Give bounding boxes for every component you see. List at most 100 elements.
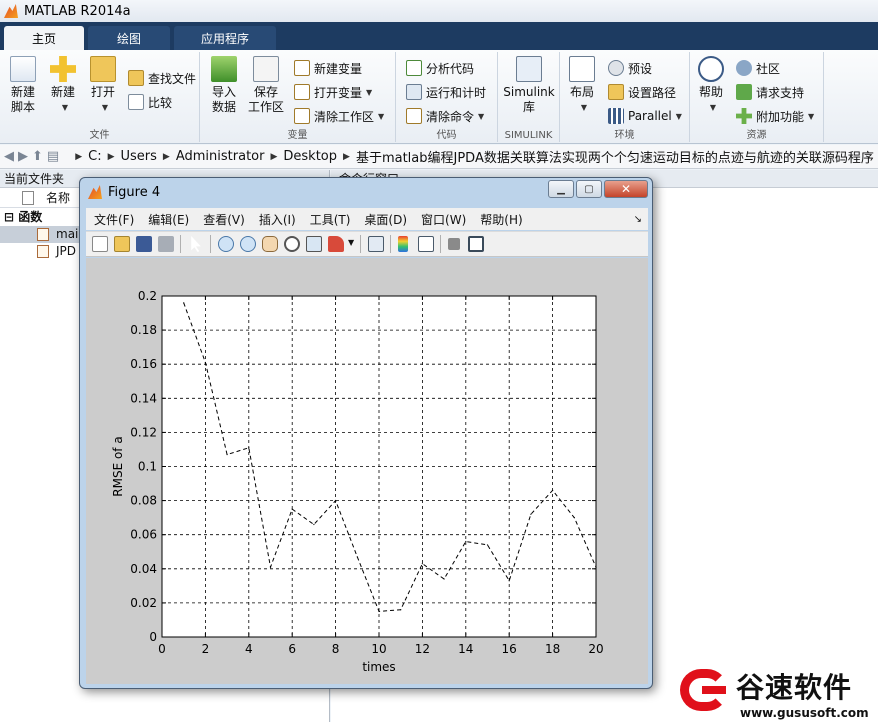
new-figure-icon[interactable] — [92, 236, 108, 252]
compare-button[interactable]: 比较 — [128, 92, 172, 112]
save-icon[interactable] — [136, 236, 152, 252]
new-button[interactable]: 新建 ▼ — [46, 56, 80, 115]
simulink-library-button[interactable]: Simulink 库 — [503, 56, 555, 115]
new-script-icon — [10, 56, 36, 82]
data-point — [421, 563, 423, 565]
help-button[interactable]: 帮助 ▼ — [696, 56, 726, 115]
colorbar-icon[interactable] — [398, 236, 408, 252]
menu-file[interactable]: 文件(F) — [94, 211, 134, 228]
chevron-down-icon: ▼ — [808, 111, 815, 121]
find-files-label: 查找文件 — [148, 71, 197, 86]
community-button[interactable]: 社区 — [736, 58, 780, 78]
new-variable-icon — [294, 60, 310, 76]
data-point — [248, 447, 250, 449]
brush-dropdown-icon[interactable]: ▼ — [348, 238, 354, 247]
open-file-icon[interactable] — [114, 236, 130, 252]
breadcrumb-project-folder[interactable]: 基于matlab编程JPDA数据关联算法实现两个个匀速运动目标的点迹与航迹的关联… — [356, 147, 874, 166]
zoom-in-icon[interactable] — [218, 236, 234, 252]
tab-apps[interactable]: 应用程序 — [174, 26, 276, 50]
community-label: 社区 — [756, 61, 781, 76]
find-files-button[interactable]: 查找文件 — [128, 68, 196, 88]
data-cursor-icon[interactable] — [306, 236, 322, 252]
breadcrumb-c[interactable]: C: — [88, 149, 101, 164]
data-point — [552, 489, 554, 491]
tab-plots[interactable]: 绘图 — [88, 26, 170, 50]
simulink-library-label: Simulink 库 — [503, 85, 555, 114]
close-button[interactable]: ✕ — [604, 180, 648, 198]
figure-canvas[interactable]: 0 2 4 6 8 10 12 14 16 18 20 0 0.02 0.04 0.06 0.08 0.1 0.1… — [86, 258, 648, 684]
select-arrow-icon[interactable] — [191, 236, 201, 252]
find-files-icon — [128, 70, 144, 86]
y-tick-label: 0.08 — [130, 494, 157, 508]
new-script-button[interactable]: 新建 脚本 — [6, 56, 40, 115]
dock-arrow-icon[interactable]: ↘ — [634, 214, 642, 225]
plot-axes[interactable]: 0 2 4 6 8 10 12 14 16 18 20 0 0.02 0.04 0.06 0.08 0.1 0.1… — [86, 258, 648, 684]
compare-icon — [128, 94, 144, 110]
print-icon[interactable] — [158, 236, 174, 252]
main-titlebar: MATLAB R2014a — [0, 0, 878, 22]
breadcrumb-users[interactable]: Users — [121, 149, 157, 164]
menu-window[interactable]: 窗口(W) — [421, 211, 466, 228]
chevron-down-icon: ▼ — [366, 87, 373, 97]
menu-help[interactable]: 帮助(H) — [480, 211, 522, 228]
link-plot-icon[interactable] — [368, 236, 384, 252]
tab-home[interactable]: 主页 — [4, 26, 84, 50]
breadcrumb-desktop[interactable]: Desktop — [283, 149, 337, 164]
y-tick-label: 0 — [149, 630, 157, 644]
up-folder-icon[interactable]: ⬆ — [32, 149, 43, 164]
new-variable-button[interactable]: 新建变量 — [294, 58, 362, 78]
data-point — [183, 302, 185, 304]
clear-commands-button[interactable]: 清除命令 ▼ — [406, 106, 484, 126]
folder-icon — [90, 56, 116, 82]
x-tick-label: 0 — [158, 642, 166, 656]
minimize-button[interactable]: ▁ — [548, 180, 574, 198]
menu-view[interactable]: 查看(V) — [203, 211, 245, 228]
save-workspace-label: 保存 工作区 — [247, 85, 284, 114]
zoom-out-icon[interactable] — [240, 236, 256, 252]
save-workspace-button[interactable]: 保存 工作区 — [246, 56, 286, 115]
menu-edit[interactable]: 编辑(E) — [148, 211, 189, 228]
menu-tools[interactable]: 工具(T) — [310, 211, 351, 228]
collapse-icon[interactable]: ⊟ — [4, 210, 18, 224]
preferences-button[interactable]: 预设 — [608, 58, 652, 78]
add-ons-button[interactable]: 附加功能 ▼ — [736, 106, 814, 126]
variable-group: 导入 数据 保存 工作区 新建变量 打开变量 ▼ 清除工作区 ▼ 变量 — [200, 52, 396, 142]
show-plot-tools-icon[interactable] — [468, 236, 484, 252]
figure-window[interactable]: Figure 4 ▁ ▢ ✕ 文件(F) 编辑(E) 查看(V) 插入(I) 工… — [79, 177, 653, 689]
layout-label: 布局 — [569, 85, 594, 99]
open-variable-button[interactable]: 打开变量 ▼ — [294, 82, 372, 102]
pan-hand-icon[interactable] — [262, 236, 278, 252]
y-tick-label: 0.2 — [138, 289, 157, 303]
menu-insert[interactable]: 插入(I) — [259, 211, 296, 228]
analyze-code-label: 分析代码 — [426, 61, 475, 76]
layout-button[interactable]: 布局 ▼ — [566, 56, 598, 115]
run-and-time-button[interactable]: 运行和计时 — [406, 82, 486, 102]
clear-workspace-button[interactable]: 清除工作区 ▼ — [294, 106, 384, 126]
legend-icon[interactable] — [418, 236, 434, 252]
breadcrumb-administrator[interactable]: Administrator — [176, 149, 265, 164]
chevron-down-icon: ▼ — [709, 103, 717, 112]
back-arrow-icon[interactable]: ◀ — [4, 149, 14, 164]
brush-icon[interactable] — [328, 236, 344, 252]
code-group-label: 代码 — [436, 130, 457, 141]
x-tick-label: 6 — [288, 642, 296, 656]
analyze-code-button[interactable]: 分析代码 — [406, 58, 474, 78]
clear-commands-icon — [406, 108, 422, 124]
set-path-button[interactable]: 设置路径 — [608, 82, 676, 102]
resources-group: 帮助 ▼ 社区 请求支持 附加功能 ▼ 资源 — [690, 52, 824, 142]
import-data-button[interactable]: 导入 数据 — [206, 56, 242, 115]
request-support-button[interactable]: 请求支持 — [736, 82, 804, 102]
open-button[interactable]: 打开 ▼ — [86, 56, 120, 115]
file-type-icon — [22, 191, 34, 205]
x-axis-label: times — [362, 660, 395, 674]
data-point — [313, 523, 315, 526]
forward-arrow-icon[interactable]: ▶ — [18, 149, 28, 164]
maximize-button[interactable]: ▢ — [576, 180, 602, 198]
import-icon — [211, 56, 237, 82]
parallel-button[interactable]: Parallel ▼ — [608, 106, 682, 126]
menu-desktop[interactable]: 桌面(D) — [364, 211, 407, 228]
hide-plot-tools-icon[interactable] — [448, 238, 460, 250]
community-icon — [736, 60, 752, 76]
rotate-icon[interactable] — [284, 236, 300, 252]
browse-folder-icon[interactable]: ▤ — [47, 149, 59, 164]
